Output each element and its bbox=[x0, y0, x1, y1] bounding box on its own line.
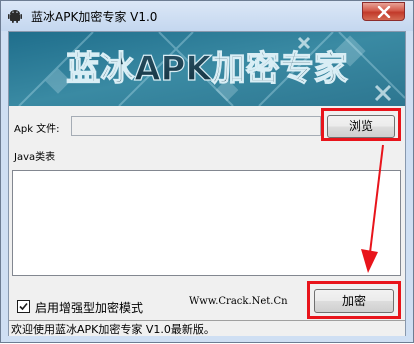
close-button[interactable] bbox=[362, 2, 405, 21]
status-bar: 欢迎使用蓝冰APK加密专家 V1.0最新版。 bbox=[9, 320, 405, 336]
window-title: 蓝冰APK加密专家 V1.0 bbox=[31, 10, 158, 24]
android-icon bbox=[7, 8, 23, 24]
java-class-list-label: Java类表 bbox=[14, 152, 56, 163]
annotation-box-browse bbox=[321, 108, 401, 141]
client-area: 蓝冰APK加密专家 Apk 文件: 浏览 Java类表 启用增强型加密模式 Ww… bbox=[8, 31, 406, 336]
watermark-text: Www.Crack.Net.Cn bbox=[189, 296, 288, 307]
apk-file-field[interactable] bbox=[71, 116, 321, 136]
app-window: 蓝冰APK加密专家 V1.0 蓝冰APK加密专家 Apk 文件: 浏览 Java… bbox=[0, 0, 414, 343]
banner-title: 蓝冰APK加密专家 bbox=[66, 49, 348, 89]
java-class-list[interactable] bbox=[12, 170, 401, 276]
annotation-box-encrypt bbox=[307, 281, 401, 319]
status-text: 欢迎使用蓝冰APK加密专家 V1.0最新版。 bbox=[11, 323, 215, 336]
banner: 蓝冰APK加密专家 bbox=[9, 32, 405, 106]
apk-file-label: Apk 文件: bbox=[14, 124, 60, 135]
checkmark-icon bbox=[19, 302, 28, 311]
enhanced-mode-checkbox[interactable] bbox=[17, 300, 30, 313]
enhanced-mode-label[interactable]: 启用增强型加密模式 bbox=[35, 299, 143, 316]
title-bar[interactable]: 蓝冰APK加密专家 V1.0 bbox=[1, 1, 413, 31]
close-icon bbox=[377, 6, 391, 18]
